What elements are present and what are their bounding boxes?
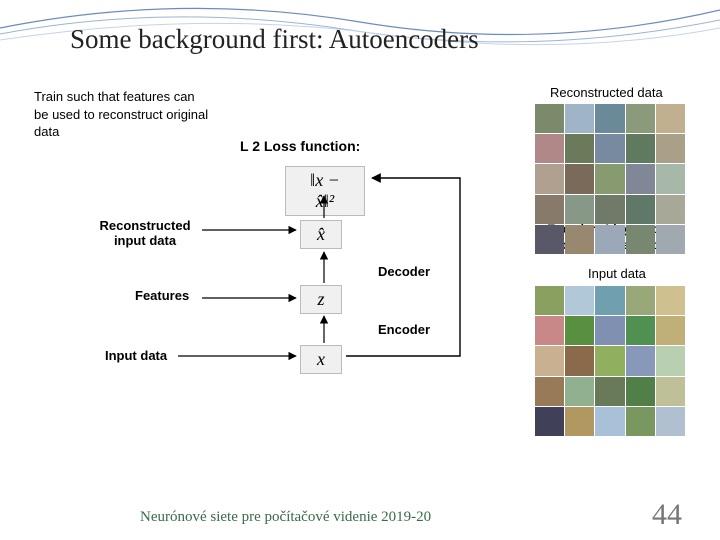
grid-cell — [565, 316, 594, 345]
grid-cell — [595, 225, 624, 254]
reconstructed-image-grid — [535, 104, 685, 254]
grid-cell — [626, 346, 655, 375]
grid-cell — [565, 346, 594, 375]
grid-cell — [565, 377, 594, 406]
input-image-grid — [535, 286, 685, 436]
label-features: Features — [135, 288, 189, 303]
grid-cell — [595, 134, 624, 163]
grid-cell — [656, 195, 685, 224]
grid-cell — [565, 407, 594, 436]
grid-cell — [535, 134, 564, 163]
grid-cell — [535, 346, 564, 375]
grid-cell — [656, 134, 685, 163]
grid-cell — [595, 316, 624, 345]
grid-cell — [595, 195, 624, 224]
grid-cell — [626, 316, 655, 345]
label-decoder: Decoder — [378, 264, 430, 279]
grid-cell — [656, 286, 685, 315]
grid-cell — [565, 104, 594, 133]
loss-label: L 2 Loss function: — [240, 138, 360, 154]
grid-cell — [595, 104, 624, 133]
grid-cell — [535, 195, 564, 224]
grid-cell — [565, 164, 594, 193]
grid-cell — [595, 286, 624, 315]
grid-cell — [595, 346, 624, 375]
grid-cell — [656, 104, 685, 133]
math-z-box: z — [300, 285, 342, 314]
grid-cell — [626, 225, 655, 254]
grid-cell — [656, 316, 685, 345]
intro-text: Train such that features can be used to … — [34, 88, 209, 141]
label-input-data-left: Input data — [105, 348, 167, 363]
math-x-box: x — [300, 345, 342, 374]
label-encoder: Encoder — [378, 322, 430, 337]
grid-cell — [535, 377, 564, 406]
grid-cell — [656, 346, 685, 375]
grid-cell — [656, 407, 685, 436]
grid-cell — [626, 407, 655, 436]
grid-cell — [595, 164, 624, 193]
label-input-data-right: Input data — [588, 266, 646, 281]
page-number: 44 — [652, 498, 682, 532]
math-xhat-box: x̂ — [300, 220, 342, 249]
grid-cell — [595, 407, 624, 436]
grid-cell — [535, 164, 564, 193]
grid-cell — [656, 377, 685, 406]
math-loss-box: ‖x − x̂‖² — [285, 166, 365, 216]
grid-cell — [626, 377, 655, 406]
grid-cell — [595, 377, 624, 406]
label-reconstructed-top: Reconstructed data — [550, 85, 663, 100]
grid-cell — [535, 225, 564, 254]
slide-title: Some background first: Autoencoders — [70, 24, 479, 55]
grid-cell — [626, 164, 655, 193]
grid-cell — [565, 195, 594, 224]
grid-cell — [535, 104, 564, 133]
label-reconstructed-input: Reconstructed input data — [90, 218, 200, 248]
grid-cell — [535, 286, 564, 315]
grid-cell — [656, 225, 685, 254]
grid-cell — [565, 134, 594, 163]
grid-cell — [626, 195, 655, 224]
grid-cell — [626, 286, 655, 315]
course-title: Neurónové siete pre počítačové videnie 2… — [140, 509, 431, 526]
grid-cell — [656, 164, 685, 193]
grid-cell — [535, 407, 564, 436]
grid-cell — [626, 134, 655, 163]
grid-cell — [565, 286, 594, 315]
grid-cell — [535, 316, 564, 345]
grid-cell — [626, 104, 655, 133]
grid-cell — [565, 225, 594, 254]
